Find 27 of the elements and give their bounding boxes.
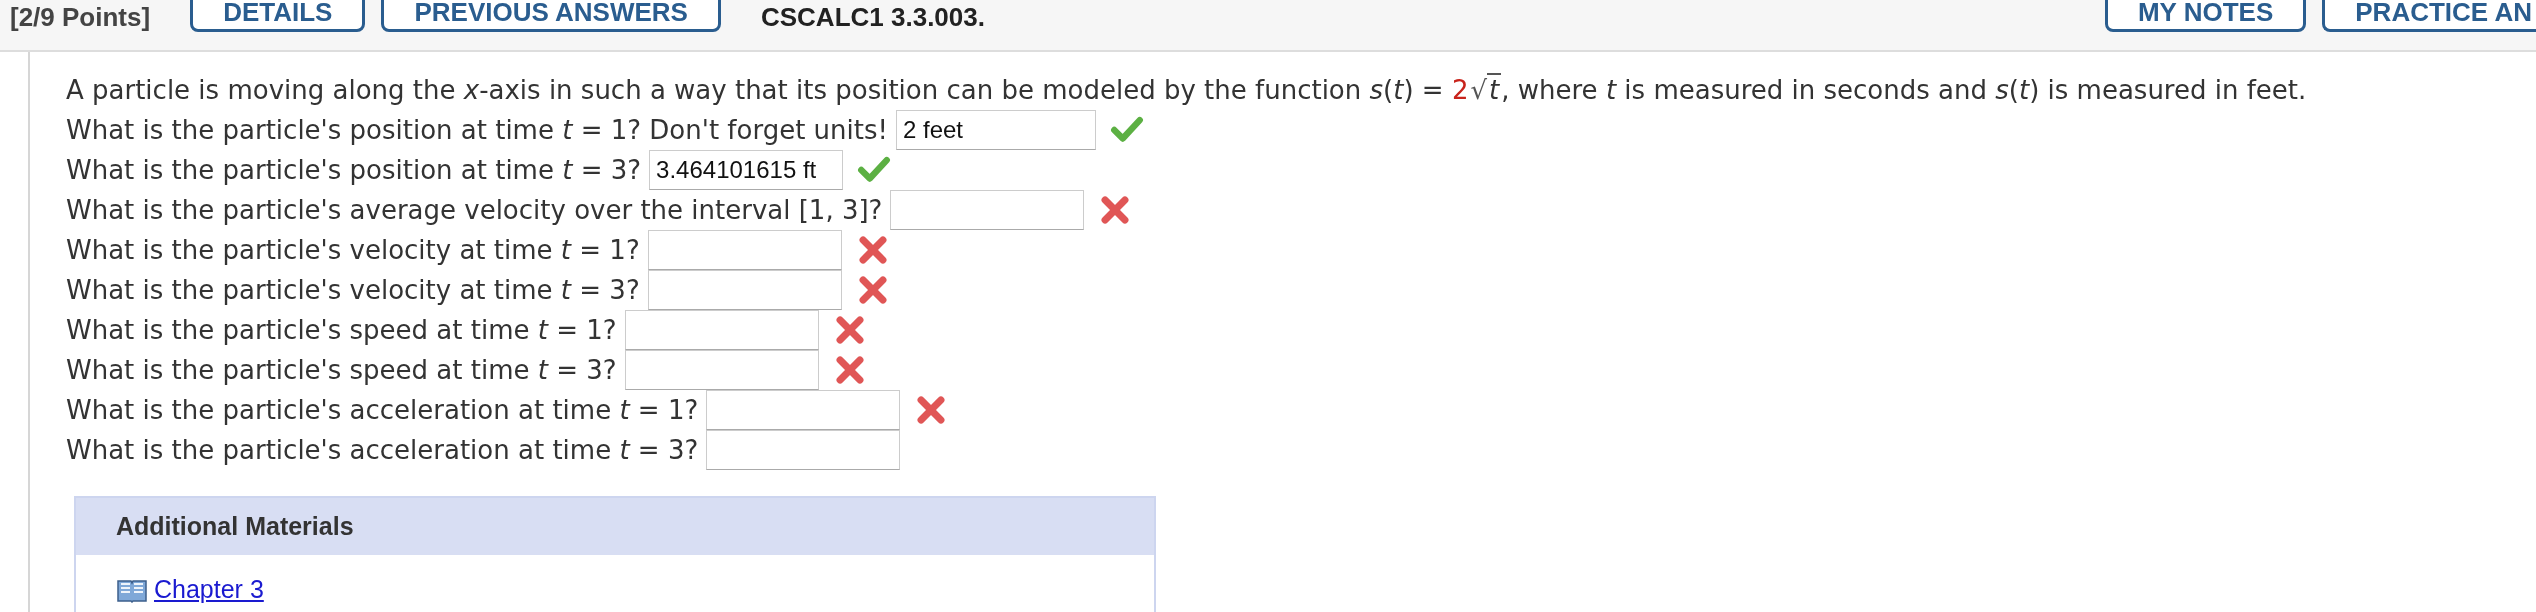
- question-prompt: What is the particle's velocity at time t = 1?: [66, 234, 640, 267]
- question-prompt: What is the particle's velocity at time t = 3?: [66, 274, 640, 307]
- panel-title: Additional Materials: [76, 498, 1154, 555]
- problem-id: CSCALC1 3.3.003.: [760, 4, 985, 30]
- answer-field[interactable]: [624, 350, 819, 390]
- answer-field[interactable]: 2 feet: [895, 110, 1096, 150]
- answer-field[interactable]: 3.464101615 ft: [649, 150, 844, 190]
- answer-field[interactable]: [624, 310, 819, 350]
- question-prompt: What is the particle's speed at time t = 1?: [66, 314, 617, 347]
- header-button[interactable]: MY NOTES: [2104, 0, 2307, 32]
- answer-field[interactable]: [706, 430, 901, 470]
- question-prompt: What is the particle's position at time t = 1? Don't forget units!: [66, 114, 888, 147]
- answer-field[interactable]: [647, 270, 842, 310]
- header-button[interactable]: PRACTICE AN: [2322, 0, 2536, 32]
- question-prompt: What is the particle's speed at time t = 3?: [66, 354, 617, 387]
- question-prompt: What is the particle's acceleration at time t = 3?: [66, 434, 699, 467]
- question-prompt: What is the particle's average velocity over the interval [1, 3]?: [66, 194, 883, 227]
- answer-field[interactable]: [647, 230, 842, 270]
- header-button[interactable]: DETAILS: [190, 0, 366, 32]
- answer-field[interactable]: [706, 390, 901, 430]
- question-text: A particle is moving along the x-axis in such a way that its position can be modeled by the function s(t) = 2√t, where t is measured in seconds and s(t) is measured in feet.: [66, 72, 2308, 107]
- chapter-link[interactable]: Chapter 3: [154, 575, 264, 604]
- question-prompt: What is the particle's position at time t = 3?: [66, 154, 642, 187]
- question-prompt: What is the particle's acceleration at time t = 1?: [66, 394, 699, 427]
- header-button[interactable]: PREVIOUS ANSWERS: [381, 0, 721, 32]
- answer-field[interactable]: [890, 190, 1085, 230]
- points-label: [2/9 Points]: [10, 4, 151, 30]
